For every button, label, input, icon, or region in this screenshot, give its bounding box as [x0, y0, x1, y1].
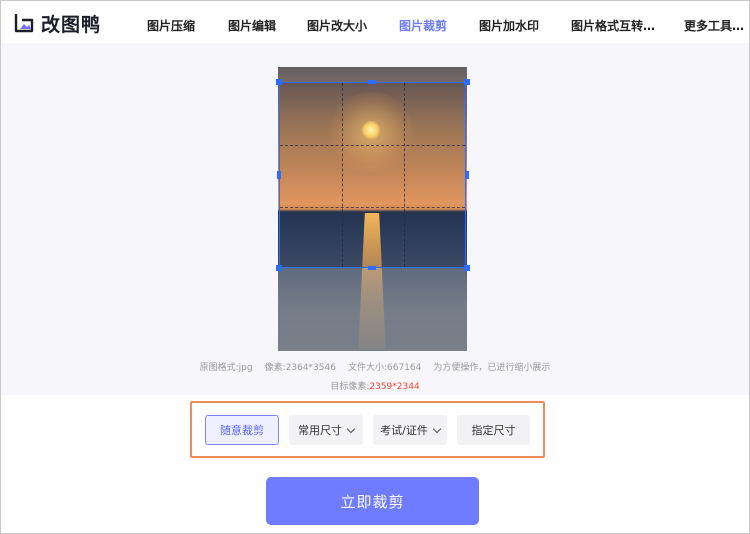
crop-handle-bottom[interactable]	[368, 266, 376, 270]
crop-mask-bottom	[278, 268, 467, 351]
chevron-down-icon	[346, 424, 356, 433]
crop-grid-line	[342, 83, 343, 267]
exam-id-dropdown[interactable]: 考试/证件	[373, 415, 447, 445]
filesize-label: 文件大小:	[347, 363, 387, 373]
logo-icon	[13, 12, 35, 34]
crop-handle-left[interactable]	[277, 171, 281, 179]
nav-format-convert[interactable]: 图片格式互转…	[571, 17, 655, 34]
crop-handle-right[interactable]	[465, 171, 469, 179]
nav-more-tools[interactable]: 更多工具…	[684, 17, 744, 34]
crop-grid-line	[280, 207, 465, 208]
crop-handle-bottom-right[interactable]	[464, 265, 470, 271]
filesize-value: 667164	[387, 363, 422, 373]
target-pixels-value: 2359*2344	[369, 382, 420, 392]
custom-size-label: 指定尺寸	[471, 424, 516, 437]
crop-grid-line	[280, 145, 465, 146]
image-info-line: 原图格式:jpg 像素:2364*3546 文件大小:667164 为方便操作，已进行…	[0, 360, 750, 373]
scaled-note: 为方便操作，已进行缩小展示	[433, 363, 551, 373]
pixels-label: 像素:	[264, 363, 286, 373]
nav-image-crop[interactable]: 图片裁剪	[399, 17, 447, 34]
format-value: jpg	[238, 363, 253, 373]
crop-now-button[interactable]: 立即裁剪	[266, 477, 479, 525]
free-crop-button[interactable]: 随意裁剪	[205, 415, 279, 445]
crop-handle-top-left[interactable]	[276, 79, 282, 85]
custom-size-button[interactable]: 指定尺寸	[457, 415, 530, 445]
nav-image-watermark[interactable]: 图片加水印	[479, 17, 539, 34]
target-pixels-label: 目标像素:	[330, 382, 370, 392]
common-size-label: 常用尺寸	[298, 424, 342, 437]
format-label: 原图格式:	[199, 363, 239, 373]
crop-handle-top-right[interactable]	[464, 79, 470, 85]
crop-selection-box[interactable]	[279, 82, 466, 268]
top-nav-bar: 改图鸭 图片压缩 图片编辑 图片改大小 图片裁剪 图片加水印 图片格式互转… 更…	[1, 1, 749, 43]
nav-image-compress[interactable]: 图片压缩	[147, 17, 195, 34]
free-crop-label: 随意裁剪	[220, 424, 264, 437]
exam-id-label: 考试/证件	[380, 424, 428, 437]
crop-now-label: 立即裁剪	[340, 492, 405, 511]
logo[interactable]: 改图鸭	[13, 12, 102, 36]
crop-handle-top[interactable]	[368, 80, 376, 84]
nav-image-edit[interactable]: 图片编辑	[228, 17, 276, 34]
pixels-value: 2364*3546	[285, 363, 336, 373]
target-pixels-line: 目标像素:2359*2344	[0, 379, 750, 392]
crop-grid-line	[404, 83, 405, 267]
nav-image-resize[interactable]: 图片改大小	[307, 17, 367, 34]
logo-text: 改图鸭	[41, 13, 102, 36]
common-size-dropdown[interactable]: 常用尺寸	[289, 415, 363, 445]
crop-handle-bottom-left[interactable]	[276, 265, 282, 271]
chevron-down-icon	[432, 424, 442, 433]
